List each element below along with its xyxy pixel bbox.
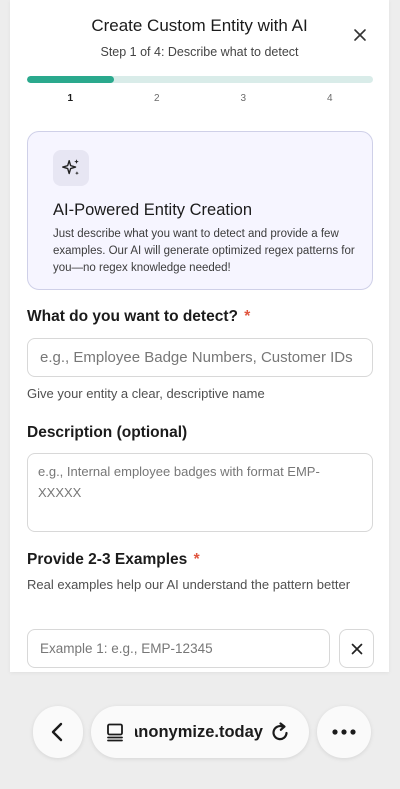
address-bar[interactable]: anonymize.today <box>91 706 309 758</box>
more-options-button[interactable] <box>317 706 371 758</box>
examples-hint: Real examples help our AI understand the… <box>27 577 351 592</box>
description-label: Description (optional) <box>27 424 188 441</box>
back-arrow-icon <box>51 722 63 742</box>
info-card-body: Just describe what you want to detect an… <box>53 228 355 274</box>
modal-title: Create Custom Entity with AI <box>91 16 308 35</box>
entity-name-label-text: What do you want to detect? <box>27 308 238 325</box>
examples-label-text: Provide 2-3 Examples <box>27 551 188 568</box>
sparkles-icon-tile <box>53 150 89 186</box>
entity-name-field[interactable] <box>27 338 373 377</box>
entity-name-hint: Give your entity a clear, descriptive na… <box>27 386 265 401</box>
step-progress-bar <box>27 76 373 83</box>
example-1-field[interactable] <box>27 629 330 668</box>
example-1-input[interactable] <box>28 630 329 667</box>
step-4-label: 4 <box>326 93 333 104</box>
step-1-label: 1 <box>67 93 74 104</box>
close-icon <box>351 643 362 654</box>
create-entity-modal: Create Custom Entity with AI Step 1 of 4… <box>10 0 389 672</box>
ai-info-card: AI-Powered Entity Creation Just describe… <box>27 131 373 290</box>
step-indicator: 1 2 3 4 <box>27 93 373 107</box>
close-icon <box>354 29 366 41</box>
url-text: anonymize.today <box>135 722 263 741</box>
sparkles-icon <box>62 159 79 176</box>
required-marker: * <box>193 551 200 568</box>
step-progress-fill <box>27 76 114 83</box>
modal-subtitle: Step 1 of 4: Describe what to detect <box>100 45 299 59</box>
back-button[interactable] <box>33 706 83 758</box>
examples-label: Provide 2-3 Examples * <box>27 551 200 569</box>
info-card-title: AI-Powered Entity Creation <box>53 201 253 219</box>
reload-icon[interactable] <box>269 721 291 743</box>
browser-toolbar: anonymize.today <box>0 706 400 758</box>
required-marker: * <box>244 308 251 325</box>
step-3-label: 3 <box>240 93 247 104</box>
more-options-icon <box>332 729 356 735</box>
remove-example-1-button[interactable] <box>339 629 374 668</box>
entity-name-input[interactable] <box>28 339 372 376</box>
description-textarea[interactable] <box>28 454 372 531</box>
description-field[interactable] <box>27 453 373 532</box>
entity-name-label: What do you want to detect? * <box>27 308 250 326</box>
step-2-label: 2 <box>153 93 160 104</box>
close-button[interactable] <box>349 24 371 46</box>
tab-overview-icon <box>107 723 123 742</box>
